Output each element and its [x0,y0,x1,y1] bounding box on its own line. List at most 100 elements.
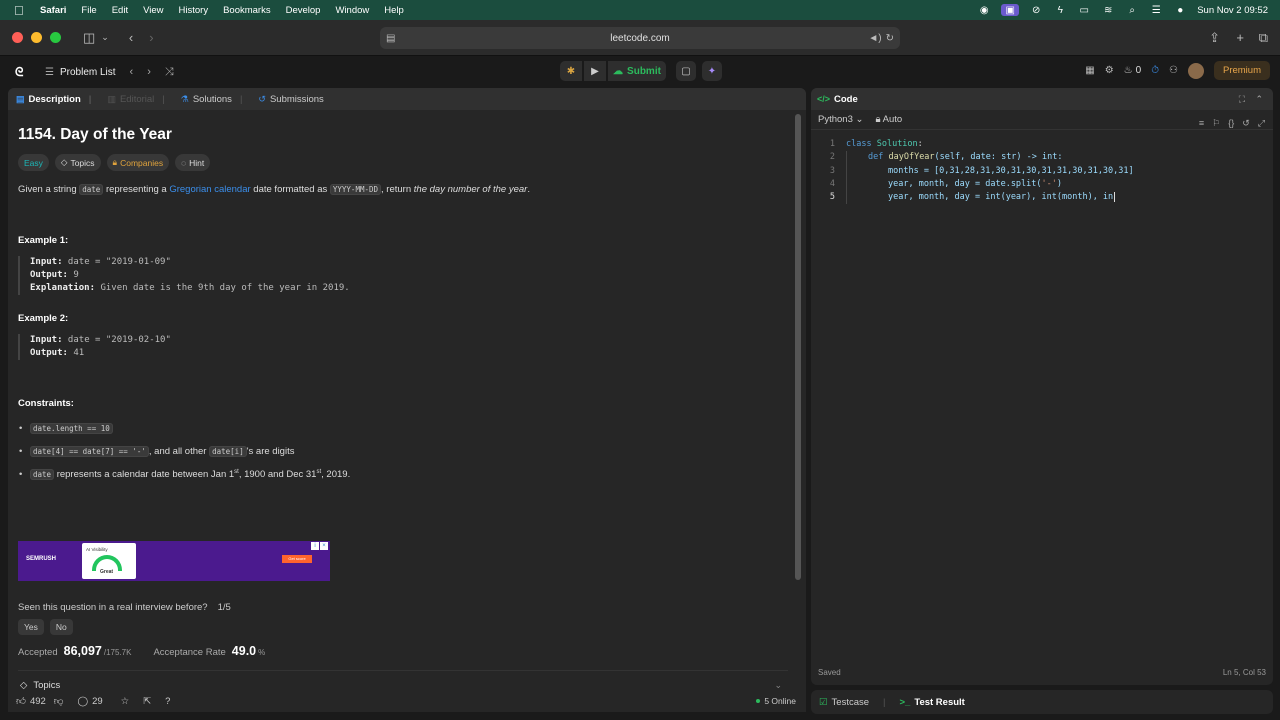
streak-counter[interactable]: ♨ 0 [1124,65,1142,76]
minimize-window-button[interactable] [31,32,42,43]
bolt-icon[interactable]: ϟ [1053,4,1067,16]
ad-close-icon[interactable]: × [320,542,328,550]
menu-bookmarks[interactable]: Bookmarks [223,5,271,16]
forward-icon[interactable]: › [149,30,153,45]
close-window-button[interactable] [12,32,23,43]
favorite-star-icon[interactable]: ☆ [121,696,130,707]
tab-testcase[interactable]: ☑ Testcase [819,697,869,708]
screen-record-icon[interactable]: ◉ [977,4,991,16]
gregorian-calendar-link[interactable]: Gregorian calendar [169,184,250,195]
difficulty-badge[interactable]: Easy [18,154,49,171]
share-icon[interactable]: ⇱ [143,696,151,707]
menu-file[interactable]: File [81,5,96,16]
description-panel: ▤ Description | ▥ Editorial | ⚗ Solution… [8,88,806,708]
shuffle-icon[interactable]: ⤨ [165,66,174,79]
no-button[interactable]: No [49,619,73,635]
auto-label: Auto [882,114,903,125]
menu-history[interactable]: History [179,5,209,16]
chevron-down-icon[interactable]: ⌄ [101,32,109,43]
companies-chip[interactable]: 🔒︎ Companies [106,154,170,171]
menu-help[interactable]: Help [384,5,404,16]
tab-separator: | [162,93,165,105]
auto-toggle[interactable]: 🔒︎ Auto [875,114,902,125]
search-icon[interactable]: ⌕ [1125,4,1139,16]
tab-overview-icon[interactable]: ⧉ [1259,30,1268,46]
menu-clock[interactable]: Sun Nov 2 09:52 [1197,5,1268,16]
zoom-window-button[interactable] [50,32,61,43]
description-tabs: ▤ Description | ▥ Editorial | ⚗ Solution… [8,88,806,110]
tab-editorial[interactable]: ▥ Editorial | [99,94,172,105]
format-icon[interactable]: ≡ [1199,118,1204,129]
collapse-icon[interactable]: ⌃ [1255,94,1263,105]
line-number: 4 [829,178,835,189]
language-select[interactable]: Python3 ⌄ [818,114,863,125]
ad-cta-button[interactable]: Get score [282,555,312,563]
back-icon[interactable]: ‹ [129,30,133,45]
menu-develop[interactable]: Develop [286,5,321,16]
fullscreen-icon[interactable]: ⤢ [1258,118,1265,129]
menu-view[interactable]: View [143,5,163,16]
siri-icon[interactable]: ● [1173,4,1187,16]
submit-button[interactable]: ☁ Submit [608,61,666,81]
debug-icon[interactable]: ✱ [560,61,582,81]
topics-accordion-label: Topics [33,679,61,691]
new-tab-icon[interactable]: + [1236,30,1244,45]
code-token: (self, date: str) -> int: [934,152,1063,163]
like-button[interactable]: 👍︎ 492 [16,695,46,708]
tab-submissions[interactable]: ↺ Submissions [250,94,331,105]
timer-icon[interactable]: ⏱ [1151,65,1159,76]
premium-button[interactable]: Premium [1213,61,1270,80]
control-icon[interactable]: ▣ [1001,4,1020,16]
leetcode-logo-icon[interactable]: ᘓ [15,65,29,79]
audio-icon[interactable]: ◄) [868,33,881,44]
menu-app-name[interactable]: Safari [40,5,66,16]
like-count: 492 [29,695,46,707]
wifi-icon[interactable]: ≋ [1101,4,1115,16]
menu-edit[interactable]: Edit [112,5,128,16]
run-button[interactable]: ▶ [584,61,606,81]
comments-button[interactable]: ◯ 29 [77,696,102,707]
battery-icon[interactable]: ▭ [1077,4,1091,16]
tab-solutions[interactable]: ⚗ Solutions | [173,94,251,105]
acceptance-stats: Accepted 86,097 /175.7K Acceptance Rate … [18,644,265,658]
prev-problem-icon[interactable]: ‹ [130,66,134,79]
ad-card: AI Visibility Great [82,543,136,579]
code-line: 2 def dayOfYear(self, date: str) -> int: [811,151,1273,165]
bookmark-icon[interactable]: ⚐ [1212,118,1220,129]
maximize-icon[interactable]: ⛶ [1239,94,1245,105]
problem-list-button[interactable]: ☰ Problem List [45,67,116,78]
dislike-button[interactable]: 👎︎ [54,695,64,707]
settings-gear-icon[interactable]: ⚙ [1105,65,1114,76]
reload-icon[interactable]: ↻ [886,33,894,44]
desc-code: YYYY-MM-DD [329,184,382,195]
accepted-count: 86,097 [63,644,102,658]
add-friend-icon[interactable]: ⚇ [1169,65,1178,76]
next-problem-icon[interactable]: › [147,66,151,79]
avatar[interactable] [1187,62,1204,79]
braces-icon[interactable]: {} [1228,118,1234,129]
compass-icon[interactable]: ⊘ [1029,4,1043,16]
help-icon[interactable]: ? [165,696,170,707]
description-scrollbar[interactable] [795,114,801,580]
control-center-icon[interactable]: ☰ [1149,4,1163,16]
topics-chip[interactable]: ◇ Topics [54,154,101,171]
tab-description[interactable]: ▤ Description | [8,94,99,105]
ai-sparkle-icon[interactable]: ✦ [702,61,722,81]
advertisement-banner[interactable]: SEMRUSH AI Visibility Great Get score i × [18,541,330,581]
yes-button[interactable]: Yes [18,619,44,635]
menu-window[interactable]: Window [335,5,369,16]
reset-icon[interactable]: ↺ [1242,118,1250,129]
hint-chip[interactable]: ◌ Hint [175,154,211,171]
ad-info-icon[interactable]: i [311,542,319,550]
tab-test-result[interactable]: >_ Test Result [900,697,965,708]
layout-grid-icon[interactable]: ▦ [1085,65,1094,76]
ad-brand: SEMRUSH [26,556,57,562]
notes-icon[interactable]: ▢ [676,61,696,81]
address-bar[interactable]: ▤ leetcode.com ◄) ↻ [380,27,900,49]
share-icon[interactable]: ⇪ [1209,30,1220,46]
code-editor[interactable]: 1 class Solution: 2 def dayOfYear(self, … [811,138,1273,205]
page-menu-icon[interactable]: ▤ [386,33,395,44]
apple-icon[interactable]:  [14,3,28,18]
code-tab-label[interactable]: Code [834,94,858,105]
sidebar-icon[interactable]: ◫ [83,30,95,46]
